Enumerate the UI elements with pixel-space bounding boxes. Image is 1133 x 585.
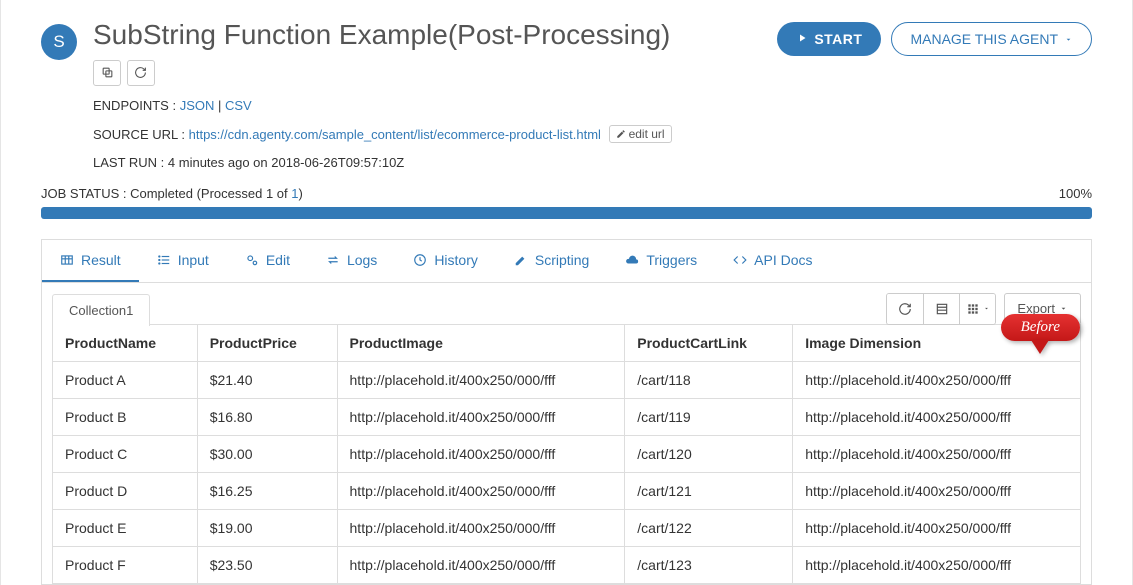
endpoint-json-link[interactable]: JSON — [180, 98, 215, 113]
main-tabs: Result Input Edit Logs History Scripting — [42, 240, 1091, 283]
table-cell: /cart/123 — [625, 546, 793, 583]
table-cell: /cart/122 — [625, 509, 793, 546]
table-cell: /cart/118 — [625, 361, 793, 398]
table-row: Product A$21.40http://placehold.it/400x2… — [53, 361, 1081, 398]
tab-logs[interactable]: Logs — [308, 240, 395, 282]
table-cell: Product E — [53, 509, 198, 546]
table-row: Product B$16.80http://placehold.it/400x2… — [53, 398, 1081, 435]
edit-url-button[interactable]: edit url — [609, 125, 672, 143]
progress-percent: 100% — [1059, 186, 1092, 201]
table-icon — [60, 253, 74, 267]
table-cell: $21.40 — [197, 361, 337, 398]
cloud-icon — [625, 253, 639, 267]
tab-scripting[interactable]: Scripting — [496, 240, 607, 282]
table-cell: http://placehold.it/400x250/000/fff — [337, 472, 625, 509]
table-cell: http://placehold.it/400x250/000/fff — [337, 546, 625, 583]
table-header[interactable]: ProductImage — [337, 324, 625, 361]
table-cell: http://placehold.it/400x250/000/fff — [793, 361, 1081, 398]
tab-result[interactable]: Result — [42, 240, 139, 282]
table-cell: Product B — [53, 398, 198, 435]
results-table: ProductNameProductPriceProductImageProdu… — [52, 324, 1081, 584]
play-icon — [796, 31, 808, 47]
table-cell: $16.80 — [197, 398, 337, 435]
last-run-value: 4 minutes ago on 2018-06-26T09:57:10Z — [168, 155, 404, 170]
detail-view-button[interactable] — [923, 294, 959, 324]
tab-history[interactable]: History — [395, 240, 496, 282]
manage-agent-button[interactable]: MANAGE THIS AGENT — [891, 22, 1092, 56]
tab-edit[interactable]: Edit — [227, 240, 308, 282]
grid-view-button[interactable] — [959, 294, 995, 324]
table-cell: $19.00 — [197, 509, 337, 546]
table-cell: http://placehold.it/400x250/000/fff — [337, 398, 625, 435]
table-cell: $16.25 — [197, 472, 337, 509]
gears-icon — [245, 253, 259, 267]
table-cell: http://placehold.it/400x250/000/fff — [793, 398, 1081, 435]
table-row: Product F$23.50http://placehold.it/400x2… — [53, 546, 1081, 583]
tab-input[interactable]: Input — [139, 240, 227, 282]
table-cell: http://placehold.it/400x250/000/fff — [793, 472, 1081, 509]
reload-button[interactable] — [887, 294, 923, 324]
table-cell: http://placehold.it/400x250/000/fff — [793, 435, 1081, 472]
table-cell: Product D — [53, 472, 198, 509]
start-button[interactable]: START — [777, 22, 881, 56]
caret-down-icon — [1064, 31, 1073, 47]
clock-icon — [413, 253, 427, 267]
table-cell: http://placehold.it/400x250/000/fff — [793, 546, 1081, 583]
before-callout: Before — [1001, 314, 1080, 354]
source-url-label: SOURCE URL : — [93, 127, 185, 142]
refresh-icon[interactable] — [127, 60, 155, 86]
tab-triggers[interactable]: Triggers — [607, 240, 715, 282]
table-cell: http://placehold.it/400x250/000/fff — [337, 509, 625, 546]
table-cell: http://placehold.it/400x250/000/fff — [793, 509, 1081, 546]
page-title: SubString Function Example(Post-Processi… — [93, 18, 777, 52]
avatar: S — [41, 24, 77, 60]
exchange-icon — [326, 253, 340, 267]
table-cell: /cart/119 — [625, 398, 793, 435]
job-status-label: JOB STATUS : — [41, 186, 126, 201]
table-cell: Product A — [53, 361, 198, 398]
progress-bar — [41, 207, 1092, 219]
table-cell: $23.50 — [197, 546, 337, 583]
endpoint-csv-link[interactable]: CSV — [225, 98, 252, 113]
table-row: Product D$16.25http://placehold.it/400x2… — [53, 472, 1081, 509]
pencil-icon — [514, 253, 528, 267]
table-cell: Product F — [53, 546, 198, 583]
list-icon — [157, 253, 171, 267]
table-cell: http://placehold.it/400x250/000/fff — [337, 435, 625, 472]
tab-apidocs[interactable]: API Docs — [715, 240, 830, 282]
table-cell: /cart/121 — [625, 472, 793, 509]
table-header[interactable]: ProductName — [53, 324, 198, 361]
job-status-value: Completed (Processed 1 of — [130, 186, 291, 201]
table-cell: Product C — [53, 435, 198, 472]
last-run-label: LAST RUN : — [93, 155, 164, 170]
table-header[interactable]: ProductCartLink — [625, 324, 793, 361]
table-cell: $30.00 — [197, 435, 337, 472]
code-icon — [733, 253, 747, 267]
collection-tab[interactable]: Collection1 — [52, 294, 150, 326]
table-header[interactable]: ProductPrice — [197, 324, 337, 361]
source-url-link[interactable]: https://cdn.agenty.com/sample_content/li… — [189, 127, 601, 142]
table-cell: /cart/120 — [625, 435, 793, 472]
copy-icon[interactable] — [93, 60, 121, 86]
table-cell: http://placehold.it/400x250/000/fff — [337, 361, 625, 398]
table-row: Product E$19.00http://placehold.it/400x2… — [53, 509, 1081, 546]
endpoints-label: ENDPOINTS : — [93, 98, 176, 113]
table-row: Product C$30.00http://placehold.it/400x2… — [53, 435, 1081, 472]
